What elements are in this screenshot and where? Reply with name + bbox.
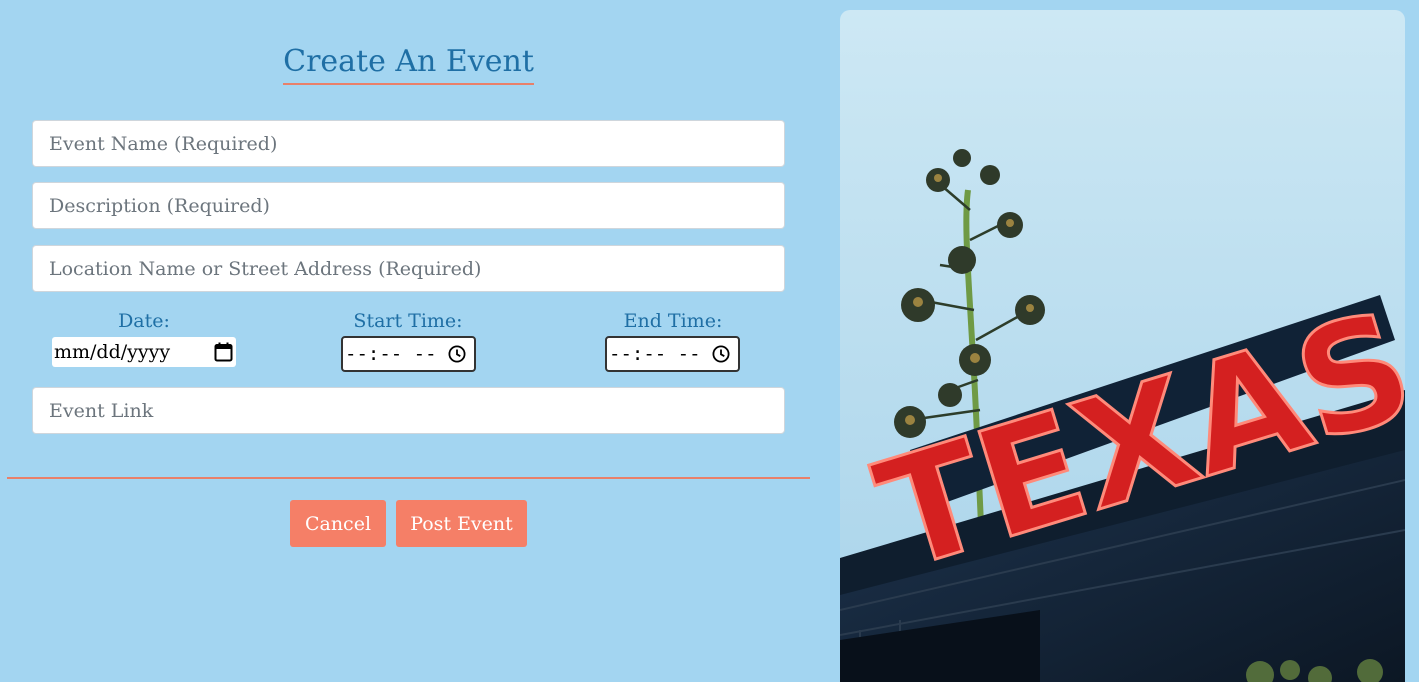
form-divider: [7, 477, 810, 479]
clock-icon[interactable]: [448, 345, 466, 363]
start-time-input[interactable]: --:-- --: [341, 336, 476, 372]
end-time-value: --:-- --: [609, 343, 701, 365]
clock-icon[interactable]: [712, 345, 730, 363]
date-label: Date:: [118, 310, 170, 332]
cancel-button[interactable]: Cancel: [290, 500, 386, 547]
event-link-input[interactable]: [32, 387, 785, 434]
start-time-label: Start Time:: [353, 310, 463, 332]
start-time-value: --:-- --: [345, 343, 437, 365]
date-input[interactable]: mm/dd/yyyy: [52, 337, 236, 367]
texas-sign-photo: TEXAS: [840, 10, 1405, 682]
date-input-value: mm/dd/yyyy: [54, 341, 171, 363]
texas-sign-illustration: TEXAS: [840, 10, 1405, 682]
location-input[interactable]: [32, 245, 785, 292]
end-time-label: End Time:: [623, 310, 723, 332]
description-input[interactable]: [32, 182, 785, 229]
event-form: Create An Event Date: mm/dd/yyyy Start T…: [0, 0, 820, 682]
page-title: Create An Event: [0, 42, 817, 85]
end-time-input[interactable]: --:-- --: [605, 336, 740, 372]
create-event-page: Create An Event Date: mm/dd/yyyy Start T…: [0, 0, 1419, 682]
post-event-button[interactable]: Post Event: [396, 500, 527, 547]
calendar-icon[interactable]: [214, 342, 233, 362]
event-name-input[interactable]: [32, 120, 785, 167]
page-title-text: Create An Event: [283, 42, 534, 85]
